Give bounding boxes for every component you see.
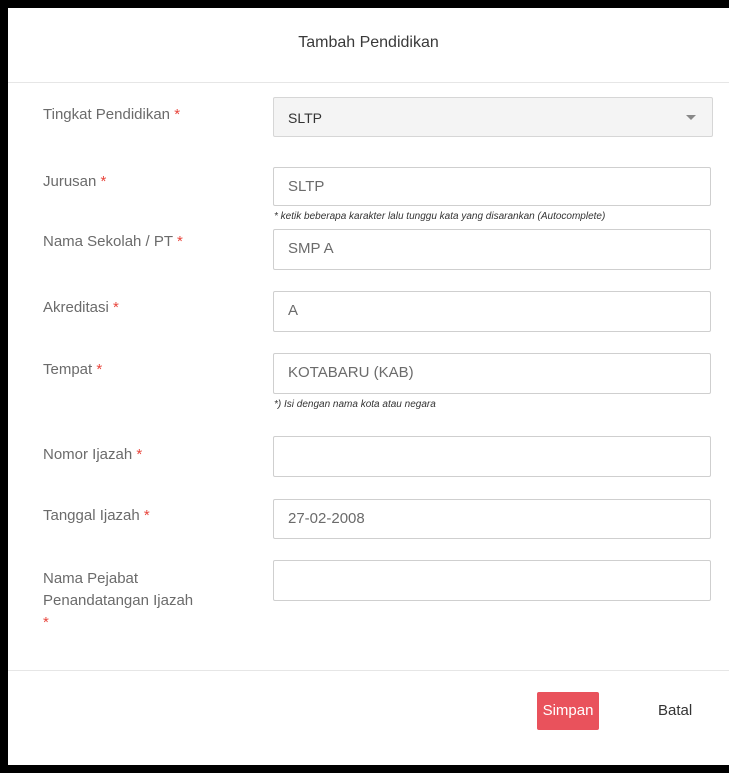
label-tingkat-pendidikan: Tingkat Pendidikan * (43, 106, 181, 123)
tempat-hint: *) Isi dengan nama kota atau negara (274, 399, 436, 410)
jurusan-input[interactable]: SLTP (273, 167, 711, 206)
label-jurusan: Jurusan * (43, 173, 107, 190)
label-tanggal-ijazah: Tanggal Ijazah * (43, 507, 150, 524)
caret-down-icon (686, 115, 696, 120)
required-mark: * (143, 507, 150, 524)
akreditasi-input[interactable]: A (273, 291, 711, 332)
save-button[interactable]: Simpan (537, 692, 599, 730)
footer-divider (8, 670, 729, 671)
required-mark: * (43, 614, 49, 631)
required-mark: * (96, 361, 103, 378)
cancel-button[interactable]: Batal (658, 692, 692, 730)
nama-pejabat-input[interactable] (273, 560, 711, 601)
modal-title: Tambah Pendidikan (298, 34, 439, 51)
jurusan-hint: * ketik beberapa karakter lalu tunggu ka… (274, 211, 606, 222)
nama-sekolah-input[interactable]: SMP A (273, 229, 711, 270)
label-akreditasi: Akreditasi * (43, 299, 119, 316)
tempat-input[interactable]: KOTABARU (KAB) (273, 353, 711, 394)
tanggal-ijazah-input[interactable]: 27-02-2008 (273, 499, 711, 539)
label-nomor-ijazah: Nomor Ijazah * (43, 446, 143, 463)
add-education-modal: Tambah Pendidikan Tingkat Pendidikan * S… (8, 8, 729, 765)
label-nama-sekolah: Nama Sekolah / PT * (43, 233, 183, 250)
nomor-ijazah-input[interactable] (273, 436, 711, 477)
required-mark: * (176, 233, 183, 250)
tingkat-pendidikan-value: SLTP (288, 110, 322, 126)
label-tempat: Tempat * (43, 361, 103, 378)
tingkat-pendidikan-select[interactable]: SLTP (273, 97, 713, 137)
modal-header: Tambah Pendidikan (8, 8, 729, 83)
label-nama-pejabat: Nama Pejabat Penandatangan Ijazah * (43, 568, 193, 634)
required-mark: * (174, 106, 181, 123)
required-mark: * (136, 446, 143, 463)
required-mark: * (113, 299, 119, 316)
required-mark: * (100, 173, 107, 190)
